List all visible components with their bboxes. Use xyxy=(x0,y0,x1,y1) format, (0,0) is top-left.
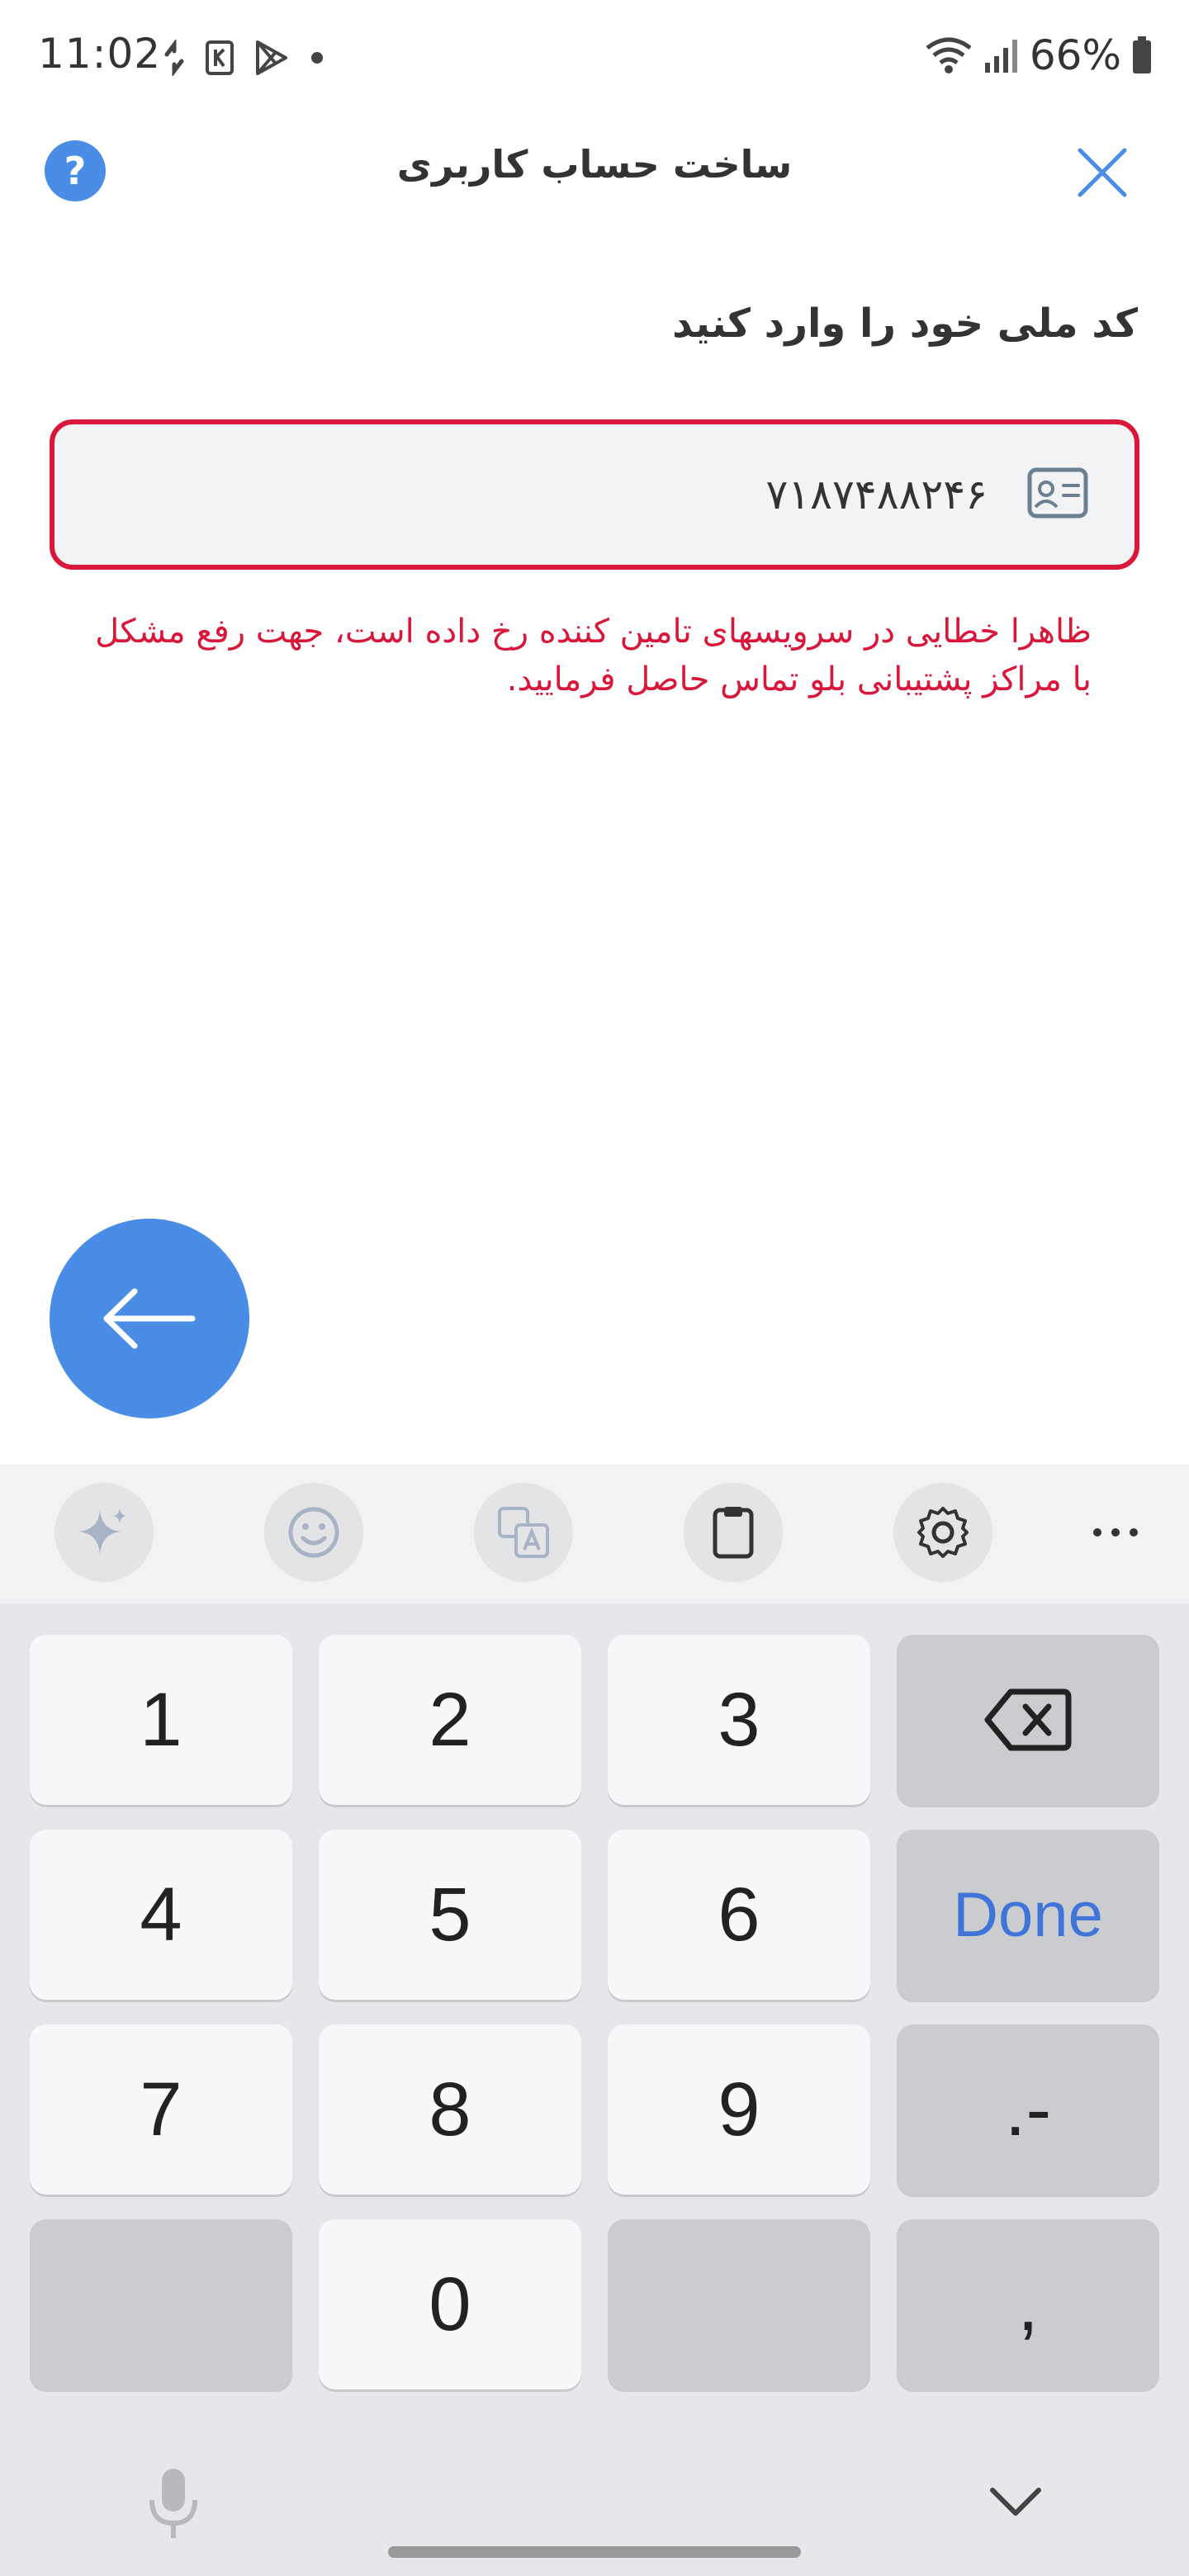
status-icons-right: 66% xyxy=(924,31,1153,79)
settings-button[interactable] xyxy=(893,1483,992,1582)
wifi-icon xyxy=(926,37,972,73)
emoji-button[interactable] xyxy=(264,1483,363,1582)
more-icon xyxy=(1093,1528,1138,1537)
battery-icon xyxy=(1133,36,1151,73)
status-time: 11:02 xyxy=(38,30,162,78)
key-4[interactable]: 4 xyxy=(30,1830,292,2000)
ai-sparkle-button[interactable] xyxy=(54,1483,154,1582)
done-key[interactable]: Done xyxy=(897,1830,1159,2000)
comma-key[interactable]: , xyxy=(897,2219,1159,2389)
blank-key-right[interactable] xyxy=(608,2219,870,2389)
home-indicator[interactable] xyxy=(388,2546,801,2558)
national-id-prompt: کد ملی خود را وارد کنید xyxy=(672,301,1138,347)
sparkle-icon xyxy=(78,1508,126,1555)
key-6[interactable]: 6 xyxy=(608,1830,870,2000)
sync-icon xyxy=(164,40,184,76)
arrow-left-icon xyxy=(103,1288,196,1349)
question-icon: ? xyxy=(64,149,87,193)
more-options-button[interactable] xyxy=(1070,1483,1161,1582)
blank-key-left[interactable] xyxy=(30,2219,292,2389)
page-title: ساخت حساب کاربری xyxy=(396,142,793,187)
key-2[interactable]: 2 xyxy=(319,1635,581,1805)
key-7[interactable]: 7 xyxy=(30,2024,292,2195)
translate-icon xyxy=(498,1507,549,1558)
dot-icon xyxy=(311,52,323,64)
next-button[interactable] xyxy=(50,1219,249,1418)
status-bar: 11:02 66% xyxy=(0,0,1189,116)
signal-icon xyxy=(984,40,1017,73)
id-card-icon xyxy=(1027,467,1088,519)
national-id-value: ۷۱۸۷۴۸۸۲۴۶ xyxy=(765,471,988,519)
play-store-icon xyxy=(256,40,287,75)
emoji-icon xyxy=(288,1507,339,1558)
key-3[interactable]: 3 xyxy=(608,1635,870,1805)
key-1[interactable]: 1 xyxy=(30,1635,292,1805)
keyboard-toolbar xyxy=(0,1465,1189,1603)
translate-button[interactable] xyxy=(474,1483,573,1582)
help-button[interactable]: ? xyxy=(45,140,106,201)
battery-percentage: 66% xyxy=(1029,31,1121,79)
key-9[interactable]: 9 xyxy=(608,2024,870,2195)
key-5[interactable]: 5 xyxy=(319,1830,581,2000)
key-8[interactable]: 8 xyxy=(319,2024,581,2195)
symbol-key-dot-dash[interactable]: .- xyxy=(897,2024,1159,2195)
backspace-key[interactable] xyxy=(897,1635,1159,1805)
settings-icon xyxy=(917,1507,969,1558)
error-message: ظاهرا خطایی در سرویسهای تامین کننده رخ د… xyxy=(95,613,1092,698)
clipboard-icon xyxy=(713,1507,754,1559)
key-0[interactable]: 0 xyxy=(319,2219,581,2389)
backspace-icon xyxy=(984,1688,1072,1751)
status-icons-left xyxy=(162,35,325,81)
app-k-icon xyxy=(206,40,234,75)
close-icon[interactable] xyxy=(1070,140,1135,205)
chevron-down-icon[interactable] xyxy=(983,2477,1049,2526)
microphone-icon[interactable] xyxy=(140,2464,206,2543)
clipboard-button[interactable] xyxy=(684,1483,783,1582)
national-id-field[interactable]: ۷۱۸۷۴۸۸۲۴۶ xyxy=(50,419,1139,570)
